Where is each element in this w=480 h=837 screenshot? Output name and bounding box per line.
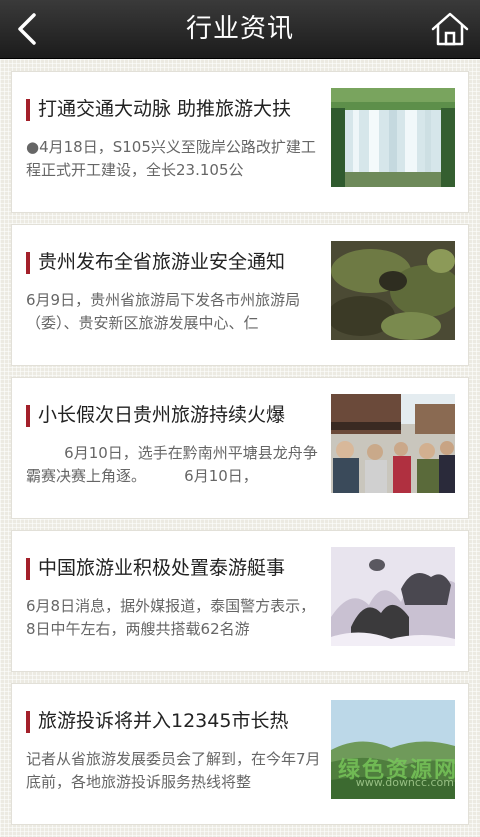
news-summary: ●4月18日，S105兴义至陇岸公路改扩建工程正式开工建设，全长23.105公 — [26, 138, 316, 179]
accent-bar — [26, 558, 30, 580]
news-title: 旅游投诉将并入12345市长热 — [38, 710, 289, 732]
news-summary: 6月9日，贵州省旅游局下发各市州旅游局（委）、贵安新区旅游发展中心、仁 — [26, 291, 301, 332]
news-summary: 记者从省旅游发展委员会了解到，在今年7月底前，各地旅游投诉服务热线将整 — [26, 750, 321, 791]
news-list: 打通交通大动脉 助推旅游大扶 ●4月18日，S105兴义至陇岸公路改扩建工程正式… — [12, 72, 468, 837]
accent-bar — [26, 405, 30, 427]
news-summary: 6月8日消息，据外媒报道，泰国警方表示，8日中午左右，两艘共搭载62名游 — [26, 597, 316, 638]
accent-bar — [26, 99, 30, 121]
news-item[interactable]: 中国旅游业积极处置泰游艇事 6月8日消息，据外媒报道，泰国警方表示，8日中午左右… — [12, 531, 468, 671]
news-thumbnail-waterfall — [331, 88, 455, 187]
home-icon — [431, 12, 469, 46]
news-title: 贵州发布全省旅游业安全通知 — [38, 251, 286, 273]
news-title: 小长假次日贵州旅游持续火爆 — [38, 404, 286, 426]
news-title: 中国旅游业积极处置泰游艇事 — [38, 557, 286, 579]
page-title: 行业资讯 — [185, 14, 294, 44]
news-thumbnail-mossy-rock — [331, 241, 455, 340]
news-item[interactable]: 贵州发布全省旅游业安全通知 6月9日，贵州省旅游局下发各市州旅游局（委）、贵安新… — [12, 225, 468, 365]
news-item[interactable]: 打通交通大动脉 助推旅游大扶 ●4月18日，S105兴义至陇岸公路改扩建工程正式… — [12, 72, 468, 212]
news-thumbnail-crowded-street — [331, 394, 455, 493]
news-thumbnail-misty-mountains — [331, 547, 455, 646]
watermark-url: www.downcc.com — [355, 776, 454, 789]
home-button[interactable] — [428, 8, 472, 50]
accent-bar — [26, 711, 30, 733]
news-summary: 6月10日，选手在黔南州平塘县龙舟争霸赛决赛上角逐。 6月10日， — [26, 444, 318, 485]
top-bar: 行业资讯 — [0, 0, 480, 59]
news-title: 打通交通大动脉 助推旅游大扶 — [38, 98, 292, 120]
watermark: 绿色资源网 www.downcc.com — [338, 752, 458, 792]
accent-bar — [26, 252, 30, 274]
news-item[interactable]: 小长假次日贵州旅游持续火爆 6月10日，选手在黔南州平塘县龙舟争霸赛决赛上角逐。… — [12, 378, 468, 518]
